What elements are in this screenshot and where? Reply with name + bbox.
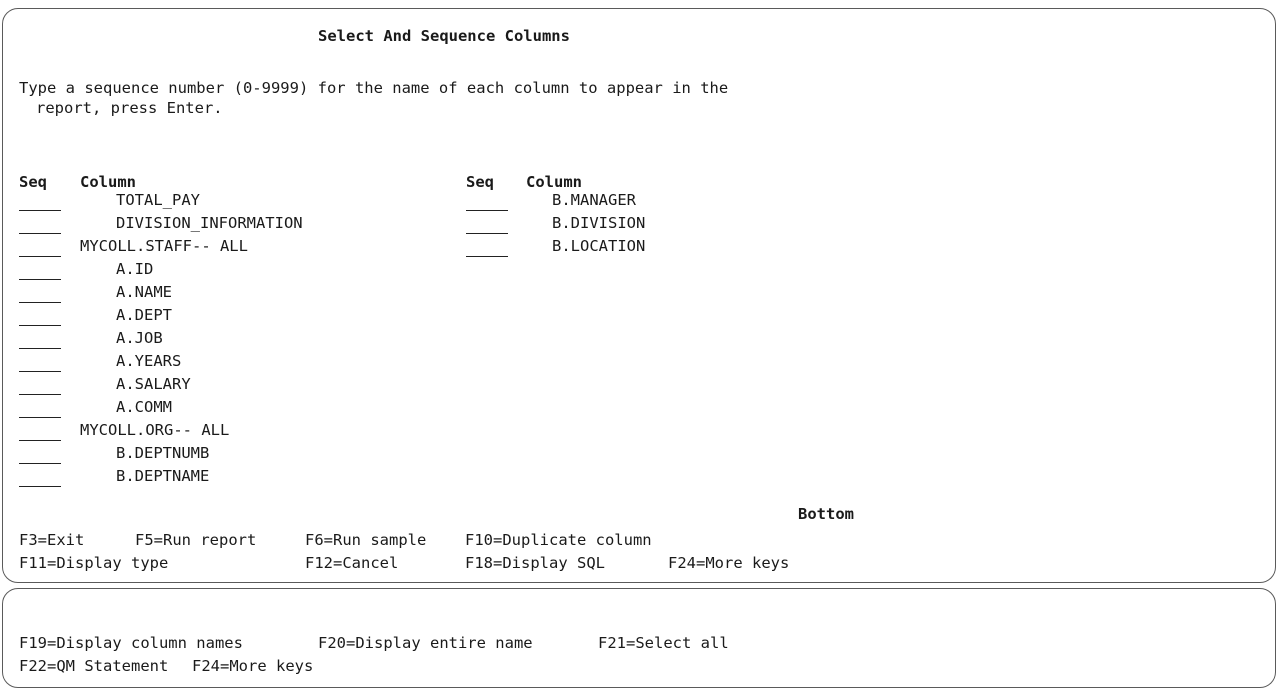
seq-input[interactable] <box>19 279 61 280</box>
f10-duplicate-column-key[interactable]: F10=Duplicate column <box>465 530 652 550</box>
column-name: TOTAL_PAY <box>116 191 200 209</box>
seq-input[interactable] <box>466 210 508 211</box>
column-name: MYCOLL.STAFF-- ALL <box>80 237 248 255</box>
column-name: B.DIVISION <box>552 214 646 232</box>
f19-display-column-names-key[interactable]: F19=Display column names <box>19 633 243 653</box>
seq-input[interactable] <box>19 394 61 395</box>
column-name: A.COMM <box>116 398 172 416</box>
instruction-line-2: report, press Enter. <box>36 99 223 117</box>
seq-input[interactable] <box>19 302 61 303</box>
column-name: A.DEPT <box>116 306 172 324</box>
column-header-right: Column <box>526 173 582 191</box>
f5-run-report-key[interactable]: F5=Run report <box>135 530 256 550</box>
seq-input[interactable] <box>19 440 61 441</box>
column-name: DIVISION_INFORMATION <box>116 214 303 232</box>
column-name: MYCOLL.ORG-- ALL <box>80 421 230 439</box>
seq-input[interactable] <box>466 256 508 257</box>
position-indicator: Bottom <box>798 505 854 523</box>
f6-run-sample-key[interactable]: F6=Run sample <box>305 530 426 550</box>
column-name: B.DEPTNAME <box>116 467 210 485</box>
seq-header-left: Seq <box>19 173 47 191</box>
seq-input[interactable] <box>19 210 61 211</box>
f18-display-sql-key[interactable]: F18=Display SQL <box>465 553 605 573</box>
seq-input[interactable] <box>19 417 61 418</box>
seq-input[interactable] <box>19 348 61 349</box>
f24-more-keys-key[interactable]: F24=More keys <box>668 553 789 573</box>
f11-display-type-key[interactable]: F11=Display type <box>19 553 168 573</box>
f3-exit-key[interactable]: F3=Exit <box>19 530 84 550</box>
f20-display-entire-name-key[interactable]: F20=Display entire name <box>318 633 533 653</box>
seq-input[interactable] <box>466 233 508 234</box>
seq-input[interactable] <box>19 463 61 464</box>
f24-more-keys-key-2[interactable]: F24=More keys <box>192 656 313 676</box>
seq-input[interactable] <box>19 233 61 234</box>
seq-input[interactable] <box>19 325 61 326</box>
f21-select-all-key[interactable]: F21=Select all <box>598 633 729 653</box>
column-name: A.ID <box>116 260 154 278</box>
column-name: B.MANAGER <box>552 191 636 209</box>
column-name: A.SALARY <box>116 375 191 393</box>
column-name: A.YEARS <box>116 352 182 370</box>
column-name: A.NAME <box>116 283 172 301</box>
seq-input[interactable] <box>19 256 61 257</box>
column-name: B.LOCATION <box>552 237 646 255</box>
column-name: A.JOB <box>116 329 163 347</box>
f22-qm-statement-key[interactable]: F22=QM Statement <box>19 656 168 676</box>
seq-input[interactable] <box>19 371 61 372</box>
seq-header-right: Seq <box>466 173 494 191</box>
column-name: B.DEPTNUMB <box>116 444 210 462</box>
seq-input[interactable] <box>19 486 61 487</box>
instruction-line-1: Type a sequence number (0-9999) for the … <box>19 79 729 97</box>
f12-cancel-key[interactable]: F12=Cancel <box>305 553 398 573</box>
column-header-left: Column <box>80 173 136 191</box>
screen-title: Select And Sequence Columns <box>318 27 570 45</box>
